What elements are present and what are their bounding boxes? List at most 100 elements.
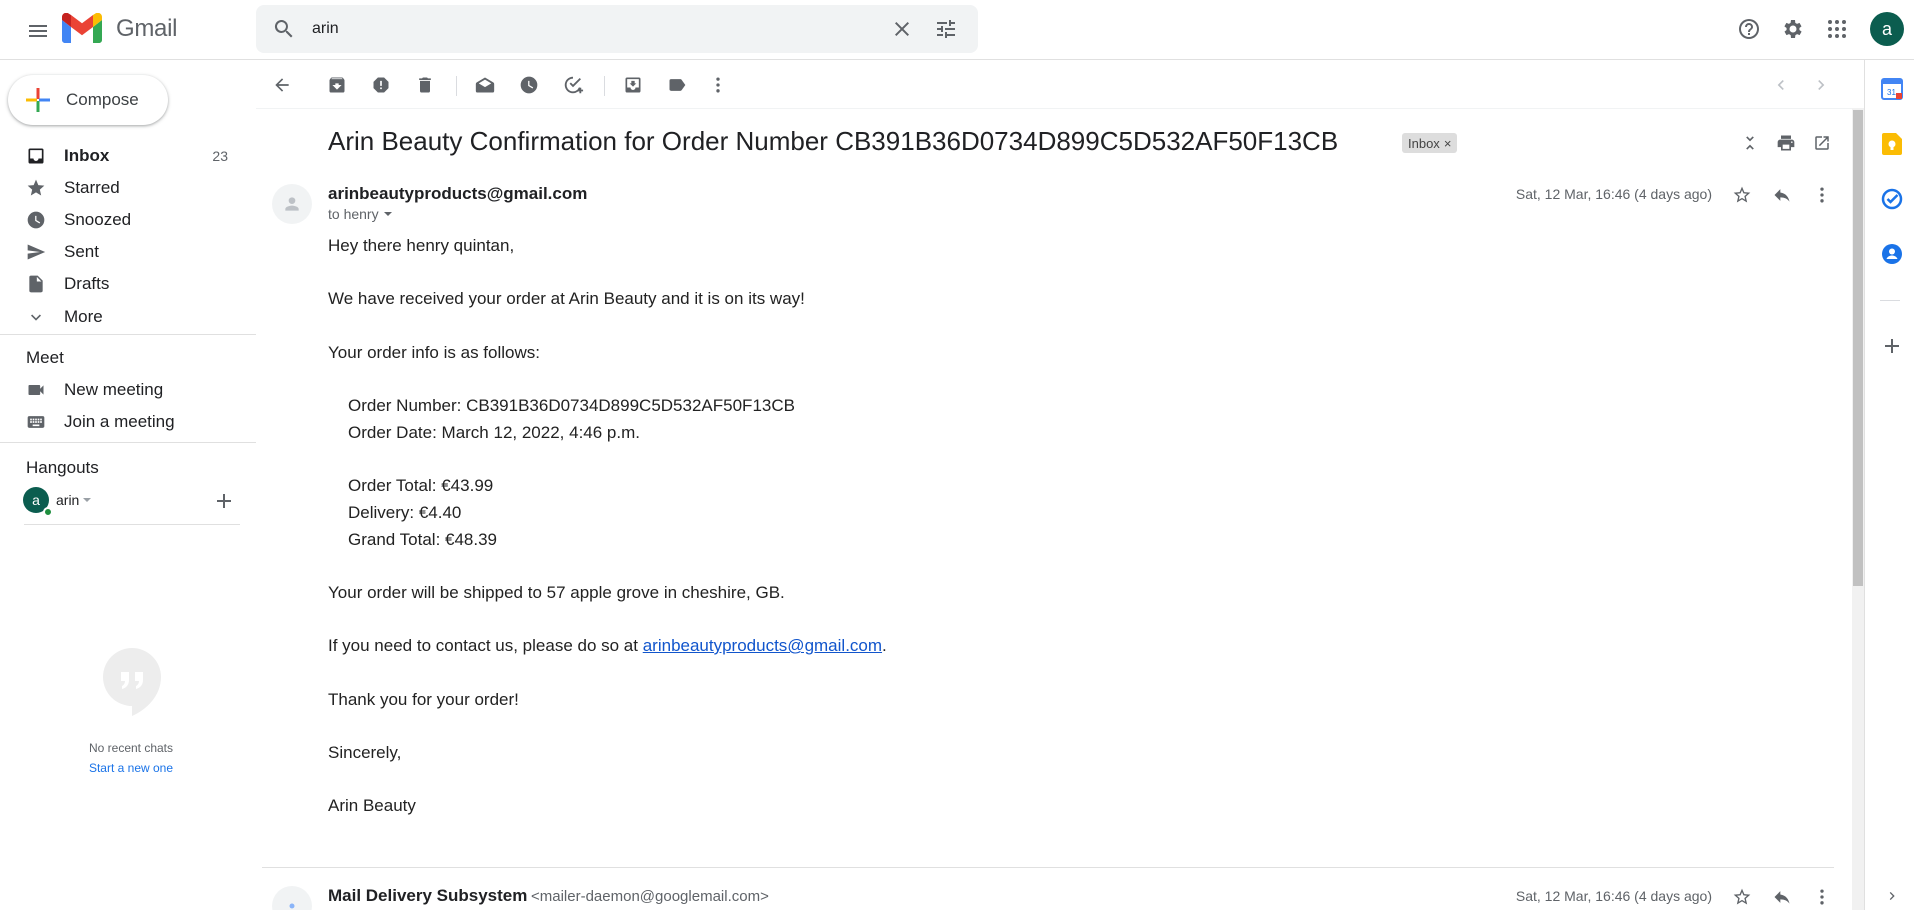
send-icon <box>27 244 46 260</box>
calendar-button[interactable]: 31 <box>1876 73 1908 105</box>
chevron-left-icon <box>1777 80 1784 90</box>
second-more-button[interactable] <box>1806 881 1838 910</box>
sidebar-item-starred[interactable]: Starred <box>0 172 242 204</box>
email-greeting: Hey there henry quintan, <box>328 236 515 255</box>
search-button[interactable] <box>264 9 304 49</box>
second-sender-avatar[interactable] <box>272 886 312 910</box>
main-menu-button[interactable] <box>18 11 58 51</box>
sidebar-item-drafts[interactable]: Drafts <box>0 268 242 300</box>
plus-icon <box>1885 339 1899 353</box>
labels-button[interactable] <box>658 66 696 104</box>
search-icon <box>274 20 293 38</box>
google-apps-button[interactable] <box>1817 9 1857 49</box>
start-new-chat-link[interactable]: Start a new one <box>0 761 262 775</box>
delete-button[interactable] <box>406 66 444 104</box>
start-chat-button[interactable] <box>212 489 236 513</box>
compose-button[interactable]: Compose <box>8 75 168 125</box>
older-email-button[interactable] <box>1802 66 1840 104</box>
sidebar-item-label: Join a meeting <box>64 412 175 431</box>
arrow-back-icon <box>275 78 289 92</box>
mark-unread-button[interactable] <box>466 66 504 104</box>
tasks-icon <box>1881 188 1903 210</box>
sender-avatar[interactable] <box>272 184 312 224</box>
newer-email-button[interactable] <box>1762 66 1800 104</box>
settings-button[interactable] <box>1773 9 1813 49</box>
sidebar-item-inbox[interactable]: Inbox 23 <box>0 140 242 172</box>
sidebar-item-join-meeting[interactable]: Join a meeting <box>0 406 242 438</box>
print-all-button[interactable] <box>1770 127 1802 159</box>
sidebar-divider <box>0 442 256 443</box>
chat-bubble-icon <box>103 648 161 716</box>
second-sender-name[interactable]: Mail Delivery Subsystem <box>328 886 527 906</box>
hangouts-divider <box>24 524 240 525</box>
star-button[interactable] <box>1726 179 1758 211</box>
hamburger-menu-icon <box>29 25 47 37</box>
sidebar-item-label: Inbox <box>64 146 110 165</box>
scrollbar-thumb[interactable] <box>1853 110 1863 586</box>
spam-icon <box>373 77 389 93</box>
side-panel-divider <box>1880 300 1900 301</box>
print-icon <box>1777 135 1795 151</box>
help-icon <box>1739 19 1759 39</box>
support-button[interactable] <box>1729 9 1769 49</box>
chevron-right-icon <box>1889 892 1895 900</box>
move-to-inbox-icon <box>625 77 641 93</box>
account-avatar[interactable]: a <box>1870 12 1904 46</box>
sidebar-divider <box>0 334 256 335</box>
sidebar-item-new-meeting[interactable]: New meeting <box>0 374 242 406</box>
sidebar-item-label: New meeting <box>64 380 164 399</box>
label-badge-text: Inbox <box>1408 135 1440 151</box>
sidebar-item-sent[interactable]: Sent <box>0 236 242 268</box>
archive-button[interactable] <box>318 66 356 104</box>
contact-prefix: If you need to contact us, please do so … <box>328 636 643 655</box>
search-options-button[interactable] <box>926 9 966 49</box>
tasks-button[interactable] <box>1876 183 1908 215</box>
email-info-intro: Your order info is as follows: <box>328 343 540 362</box>
inbox-label-badge[interactable]: Inbox × <box>1402 133 1458 153</box>
caret-down-icon[interactable] <box>82 495 92 505</box>
contact-email-link[interactable]: arinbeautyproducts@gmail.com <box>643 636 882 655</box>
sidebar-item-snoozed[interactable]: Snoozed <box>0 204 242 236</box>
trash-icon <box>419 77 431 93</box>
email-subject: Arin Beauty Confirmation for Order Numbe… <box>328 126 1339 156</box>
hangouts-user-name[interactable]: arin <box>56 492 79 508</box>
unfold-less-icon <box>1746 136 1754 150</box>
add-to-tasks-button[interactable] <box>554 66 592 104</box>
sign-off: Sincerely, <box>328 743 402 762</box>
second-star-button[interactable] <box>1726 881 1758 910</box>
hide-side-panel-button[interactable] <box>1876 880 1908 910</box>
clear-search-button[interactable] <box>882 9 922 49</box>
sidebar-item-label: Snoozed <box>64 210 132 229</box>
reply-button[interactable] <box>1766 179 1798 211</box>
snooze-button[interactable] <box>510 66 548 104</box>
keep-button[interactable] <box>1876 128 1908 160</box>
message-more-button[interactable] <box>1806 179 1838 211</box>
contacts-button[interactable] <box>1876 238 1908 270</box>
recipient-details[interactable]: to henry <box>328 206 393 222</box>
sender-email[interactable]: arinbeautyproducts@gmail.com <box>328 184 587 204</box>
more-actions-button[interactable] <box>699 66 737 104</box>
remove-label-icon[interactable]: × <box>1444 136 1452 151</box>
move-to-button[interactable] <box>614 66 652 104</box>
expand-all-button[interactable] <box>1734 127 1766 159</box>
open-new-window-button[interactable] <box>1806 127 1838 159</box>
draft-icon <box>29 275 43 293</box>
keyboard-icon <box>27 416 45 428</box>
report-spam-button[interactable] <box>362 66 400 104</box>
gmail-m-icon <box>62 13 102 43</box>
second-sender-address: <mailer-daemon@googlemail.com> <box>531 888 769 905</box>
sidebar-item-label: Sent <box>64 242 99 261</box>
gmail-logo[interactable] <box>62 13 106 46</box>
order-date: Order Date: March 12, 2022, 4:46 p.m. <box>348 423 640 442</box>
sidebar-item-more[interactable]: More <box>0 301 242 333</box>
sidebar-item-label: Drafts <box>64 274 110 293</box>
back-button[interactable] <box>263 66 301 104</box>
search-bar[interactable] <box>256 5 978 53</box>
person-icon <box>285 197 299 211</box>
search-input[interactable] <box>312 5 872 53</box>
reply-icon <box>1774 891 1790 904</box>
second-reply-button[interactable] <box>1766 881 1798 910</box>
contact-suffix: . <box>882 636 887 655</box>
get-addons-button[interactable] <box>1876 330 1908 362</box>
more-vert-icon <box>716 77 720 93</box>
